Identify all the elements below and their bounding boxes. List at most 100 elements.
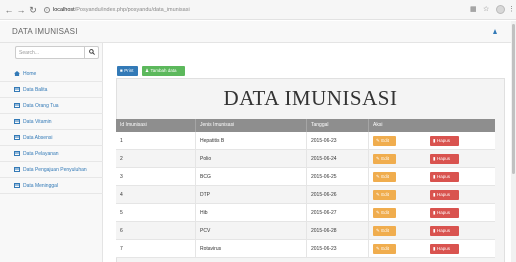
table-row: 1 Hepatitis B 2015-06-23 ✎ Edit ▮ Hapus	[116, 132, 495, 150]
cell-id: 6	[116, 222, 196, 240]
table-row: 4 DTP 2015-06-26 ✎ Edit ▮ Hapus	[116, 186, 495, 204]
trash-icon: ▮	[433, 228, 436, 233]
cell-tanggal: 2015-06-25	[307, 168, 369, 186]
pencil-icon: ✎	[376, 228, 380, 233]
sidebar-item-data-absensi[interactable]: Data Absensi	[0, 130, 103, 146]
reload-icon[interactable]: ↻	[28, 3, 38, 17]
search-icon	[89, 49, 95, 55]
sidebar-item-data-pengajuan-penyuluhan[interactable]: Data Pengajuan Penyuluhan	[0, 162, 103, 178]
user-add-icon: ♟	[145, 68, 150, 73]
print-button-label: Print	[124, 68, 134, 73]
user-menu-icon[interactable]	[493, 29, 497, 34]
bookmark-star-icon[interactable]: ☆	[483, 3, 489, 17]
scrollbar-thumb[interactable]	[512, 24, 515, 174]
edit-label: Edit	[381, 138, 390, 143]
edit-button[interactable]: ✎ Edit	[373, 208, 396, 218]
table-icon	[14, 167, 20, 172]
sidebar-item-data-balita[interactable]: Data Balita	[0, 82, 103, 98]
table-row: 3 BCG 2015-06-25 ✎ Edit ▮ Hapus	[116, 168, 495, 186]
cell-jenis: Hib	[196, 204, 307, 222]
delete-label: Hapus	[436, 228, 450, 233]
sidebar-search	[15, 46, 99, 59]
sidebar-item-data-meninggal[interactable]: Data Meninggal	[0, 178, 103, 194]
trash-icon: ▮	[433, 156, 436, 161]
delete-button[interactable]: ▮ Hapus	[430, 190, 459, 200]
cell-jenis: PCV	[196, 222, 307, 240]
edit-label: Edit	[381, 228, 390, 233]
pencil-icon: ✎	[376, 138, 380, 143]
table-row: 2 Polio 2015-06-24 ✎ Edit ▮ Hapus	[116, 150, 495, 168]
delete-label: Hapus	[436, 246, 450, 251]
sidebar-item-data-pelayanan[interactable]: Data Pelayanan	[0, 146, 103, 162]
sidebar-item-data-orang-tua[interactable]: Data Orang Tua	[0, 98, 103, 114]
edit-label: Edit	[381, 192, 390, 197]
sidebar-item-label: Data Absensi	[23, 135, 53, 141]
menu-dots-icon[interactable]: ⋮	[508, 3, 515, 17]
trash-icon: ▮	[433, 246, 436, 251]
sidebar-item-label: Home	[23, 71, 37, 77]
add-data-button[interactable]: ♟ Tambah data	[142, 66, 185, 76]
delete-button[interactable]: ▮ Hapus	[430, 154, 459, 164]
sidebar-item-home[interactable]: Home	[0, 66, 103, 82]
cell-id: 3	[116, 168, 196, 186]
forward-icon[interactable]: →	[16, 3, 26, 17]
cell-id: 5	[116, 204, 196, 222]
extension-icon[interactable]: ▦	[470, 3, 477, 17]
cell-id: 4	[116, 186, 196, 204]
table-header: Id Imunisasi Jenis Imunisasi Tanggal Aks…	[116, 119, 495, 132]
cell-id: 1	[116, 132, 196, 150]
cell-tanggal: 2015-06-28	[307, 222, 369, 240]
trash-icon: ▮	[433, 138, 436, 143]
cell-tanggal: 2015-06-27	[307, 204, 369, 222]
page-title: DATA IMUNISASI	[223, 86, 398, 110]
app-navbar: DATA IMUNISASI	[0, 21, 512, 43]
home-icon	[14, 71, 20, 76]
sidebar-item-data-vitamin[interactable]: Data Vitamin	[0, 114, 103, 130]
search-button[interactable]	[84, 47, 98, 58]
delete-button[interactable]: ▮ Hapus	[430, 244, 459, 254]
info-icon[interactable]: i	[44, 6, 50, 13]
table-row: 7 Rotavirus 2015-06-23 ✎ Edit ▮ Hapus	[116, 240, 495, 258]
profile-avatar[interactable]	[496, 5, 505, 14]
sidebar-item-label: Data Balita	[23, 87, 48, 93]
edit-label: Edit	[381, 246, 390, 251]
navbar-brand[interactable]: DATA IMUNISASI	[12, 27, 78, 36]
edit-button[interactable]: ✎ Edit	[373, 154, 396, 164]
print-icon: ■	[120, 68, 123, 73]
edit-label: Edit	[381, 156, 390, 161]
sidebar-item-label: Data Meninggal	[23, 183, 59, 189]
cell-id: 7	[116, 240, 196, 258]
table-icon	[14, 135, 20, 140]
table-icon	[14, 119, 20, 124]
delete-button[interactable]: ▮ Hapus	[430, 208, 459, 218]
pencil-icon: ✎	[376, 246, 380, 251]
trash-icon: ▮	[433, 192, 436, 197]
edit-button[interactable]: ✎ Edit	[373, 190, 396, 200]
cell-id: 2	[116, 150, 196, 168]
table-icon	[14, 183, 20, 188]
search-input[interactable]	[19, 47, 79, 58]
delete-button[interactable]: ▮ Hapus	[430, 172, 459, 182]
trash-icon: ▮	[433, 174, 436, 179]
print-button[interactable]: ■ Print	[117, 66, 138, 76]
pencil-icon: ✎	[376, 210, 380, 215]
address-bar[interactable]: i localhost/Posyandu/index.php/posyandu/d…	[40, 3, 480, 17]
cell-jenis: Rotavirus	[196, 240, 307, 258]
edit-button[interactable]: ✎ Edit	[373, 172, 396, 182]
back-icon[interactable]: ←	[4, 3, 14, 17]
sidebar-item-label: Data Pelayanan	[23, 151, 59, 157]
column-header-aksi: Aksi	[373, 122, 383, 128]
edit-button[interactable]: ✎ Edit	[373, 136, 396, 146]
cell-jenis: Polio	[196, 150, 307, 168]
delete-label: Hapus	[436, 210, 450, 215]
sidebar-item-label: Data Vitamin	[23, 119, 52, 125]
edit-button[interactable]: ✎ Edit	[373, 226, 396, 236]
delete-button[interactable]: ▮ Hapus	[430, 136, 459, 146]
table-icon	[14, 87, 20, 92]
url-host: localhost	[53, 7, 75, 13]
delete-label: Hapus	[436, 174, 450, 179]
delete-button[interactable]: ▮ Hapus	[430, 226, 459, 236]
sidebar-item-label: Data Pengajuan Penyuluhan	[23, 167, 87, 173]
delete-label: Hapus	[436, 192, 450, 197]
edit-button[interactable]: ✎ Edit	[373, 244, 396, 254]
